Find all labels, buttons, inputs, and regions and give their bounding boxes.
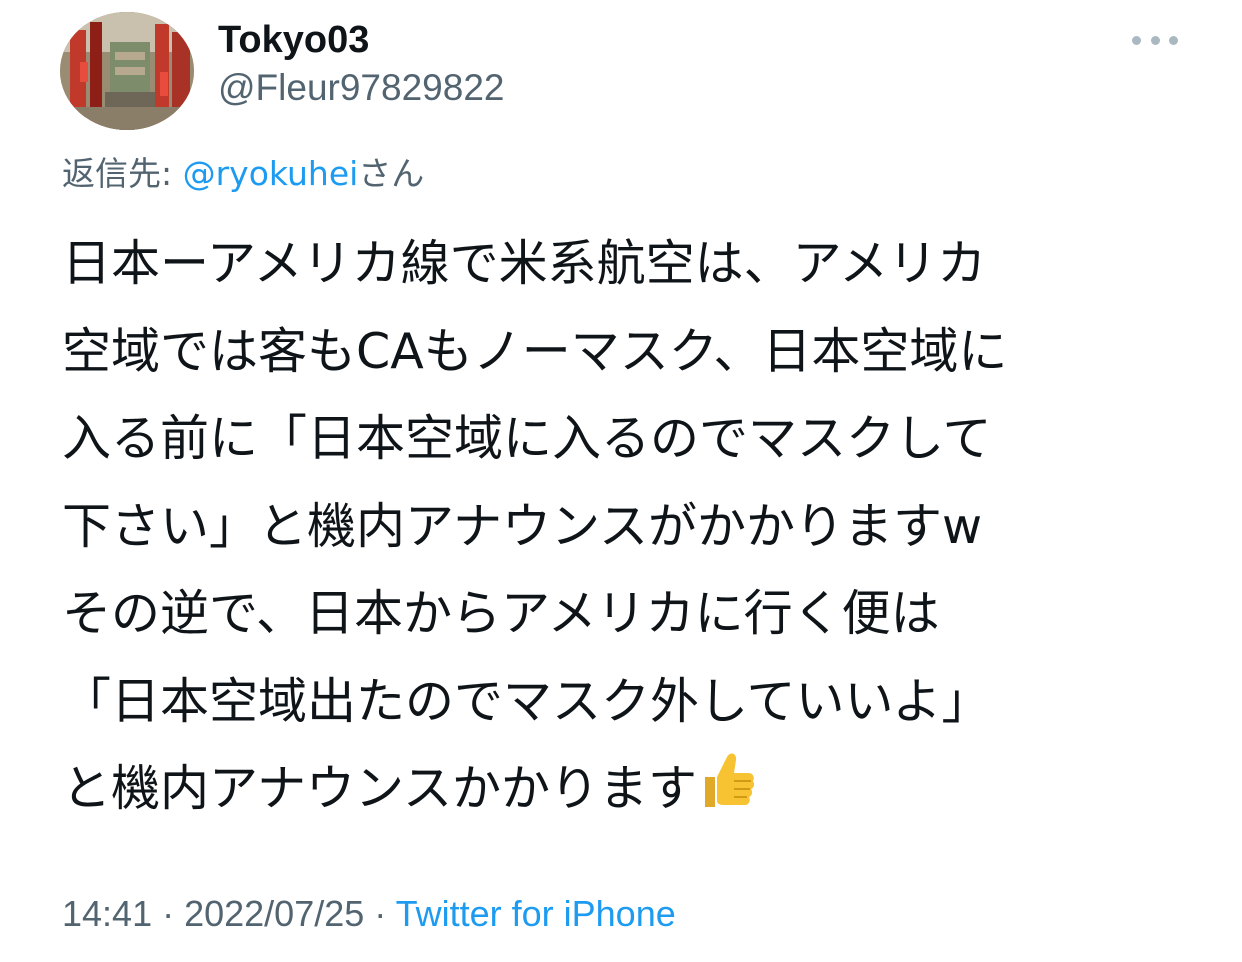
tweet-text: 日本ーアメリカ線で米系航空は、アメリカ 空域では客もCAもノーマスク、日本空域に… — [62, 220, 1192, 833]
tweet-text-last-line: と機内アナウンスかかります — [62, 745, 1192, 833]
more-dot — [1150, 35, 1160, 45]
more-dot — [1169, 35, 1178, 45]
reply-to-line: 返信先: @ryokuheiさん — [62, 152, 424, 196]
tweet-text-line: 空域では客もCAもノーマスク、日本空域に — [62, 322, 1008, 380]
tweet-source-link[interactable]: Twitter for iPhone — [396, 893, 676, 934]
tweet-text-line: 日本ーアメリカ線で米系航空は、アメリカ — [62, 235, 987, 292]
thumbs-up-icon — [705, 753, 755, 807]
tweet-text-line: 「日本空域出たのでマスク外していいよ」 — [62, 672, 991, 730]
reply-mention-link[interactable]: @ryokuhei — [183, 154, 359, 193]
meta-separator: · — [152, 893, 185, 934]
avatar[interactable] — [60, 12, 194, 130]
more-horizontal-icon[interactable] — [1132, 30, 1178, 50]
tweet-text-line: その逆で、日本からアメリカに行く便は — [62, 585, 940, 642]
tweet-text-line: と機内アナウンスかかります — [62, 760, 698, 817]
tweet-date[interactable]: 2022/07/25 — [184, 893, 364, 934]
tweet-text-line: 入る前に「日本空域に入るのでマスクして — [62, 410, 992, 467]
more-dot — [1132, 35, 1141, 45]
tweet-meta: 14:41 · 2022/07/25 · Twitter for iPhone — [62, 890, 676, 938]
reply-to-suffix: さん — [358, 154, 425, 193]
author-display-name[interactable]: Tokyo03 — [218, 18, 369, 62]
tweet-text-line: 下さい」と機内アナウンスがかかりますw — [62, 497, 983, 555]
tweet-time[interactable]: 14:41 — [62, 893, 152, 934]
meta-separator: · — [364, 893, 396, 934]
reply-to-prefix: 返信先: — [62, 154, 183, 193]
avatar-image — [60, 12, 194, 130]
tweet: Tokyo03 @Fleur97829822 返信先: @ryokuheiさん … — [0, 0, 1242, 962]
author-handle[interactable]: @Fleur97829822 — [218, 66, 504, 110]
